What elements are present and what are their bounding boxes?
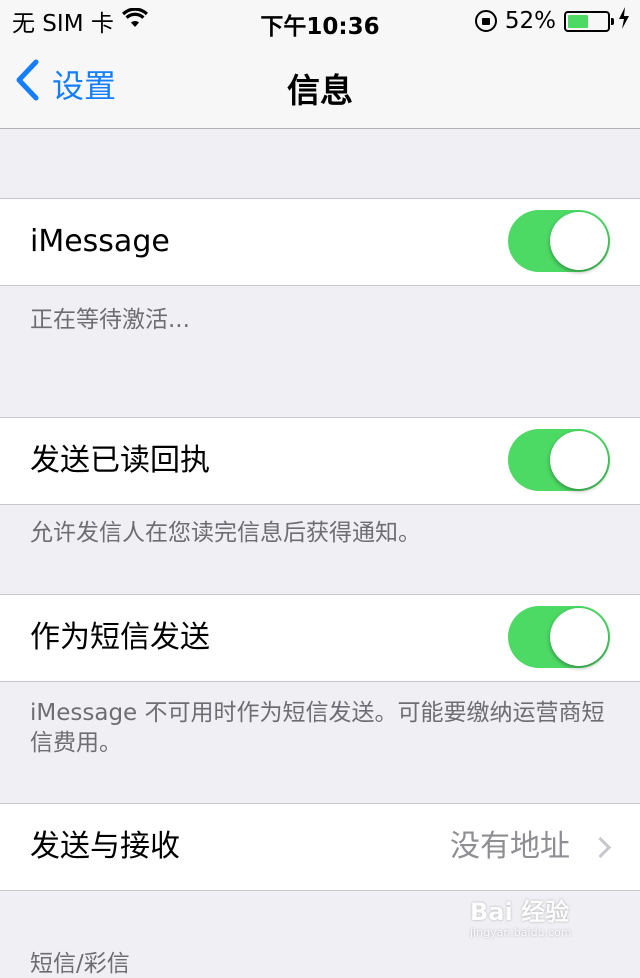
read-receipts-footnote: 允许发信人在您读完信息后获得通知。 bbox=[30, 520, 421, 546]
sms-mms-section-header: 短信/彩信 bbox=[30, 951, 130, 977]
read-receipts-toggle[interactable] bbox=[508, 429, 610, 491]
send-receive-label: 发送与接收 bbox=[30, 829, 180, 864]
imessage-footnote: 正在等待激活... bbox=[30, 307, 190, 333]
send-receive-value: 没有地址 bbox=[450, 829, 570, 864]
toggle-knob bbox=[550, 212, 608, 270]
watermark-logo-text: Bai 经验 bbox=[470, 898, 570, 926]
imessage-toggle[interactable] bbox=[508, 210, 610, 272]
send-as-sms-label: 作为短信发送 bbox=[30, 620, 210, 655]
chevron-right-icon bbox=[589, 836, 612, 859]
page-title: 信息 bbox=[287, 71, 353, 110]
navigation-bar: 设置 信息 bbox=[0, 42, 640, 129]
toggle-knob bbox=[550, 431, 608, 489]
battery-icon bbox=[564, 10, 614, 32]
send-as-sms-footnote: iMessage 不可用时作为短信发送。可能要缴纳运营商短信费用。 bbox=[30, 700, 605, 756]
send-receive-cell[interactable]: 发送与接收 没有地址 bbox=[0, 803, 640, 891]
battery-percent: 52% bbox=[504, 8, 556, 34]
bolt-icon bbox=[618, 7, 630, 35]
status-bar: 无 SIM 卡 下午10:36 52% bbox=[0, 0, 640, 42]
toggle-knob bbox=[550, 608, 608, 666]
baidu-watermark: Bai 经验 jingyan.baidu.com bbox=[470, 886, 610, 946]
imessage-label: iMessage bbox=[30, 224, 170, 259]
orientation-lock-icon bbox=[474, 10, 497, 32]
read-receipts-label: 发送已读回执 bbox=[30, 443, 210, 478]
watermark-url: jingyan.baidu.com bbox=[470, 926, 572, 939]
status-right: 52% bbox=[474, 7, 630, 35]
imessage-cell: iMessage bbox=[0, 198, 640, 286]
send-as-sms-toggle[interactable] bbox=[508, 606, 610, 668]
read-receipts-cell: 发送已读回执 bbox=[0, 417, 640, 505]
battery-fill bbox=[568, 14, 588, 28]
send-as-sms-cell: 作为短信发送 bbox=[0, 594, 640, 682]
